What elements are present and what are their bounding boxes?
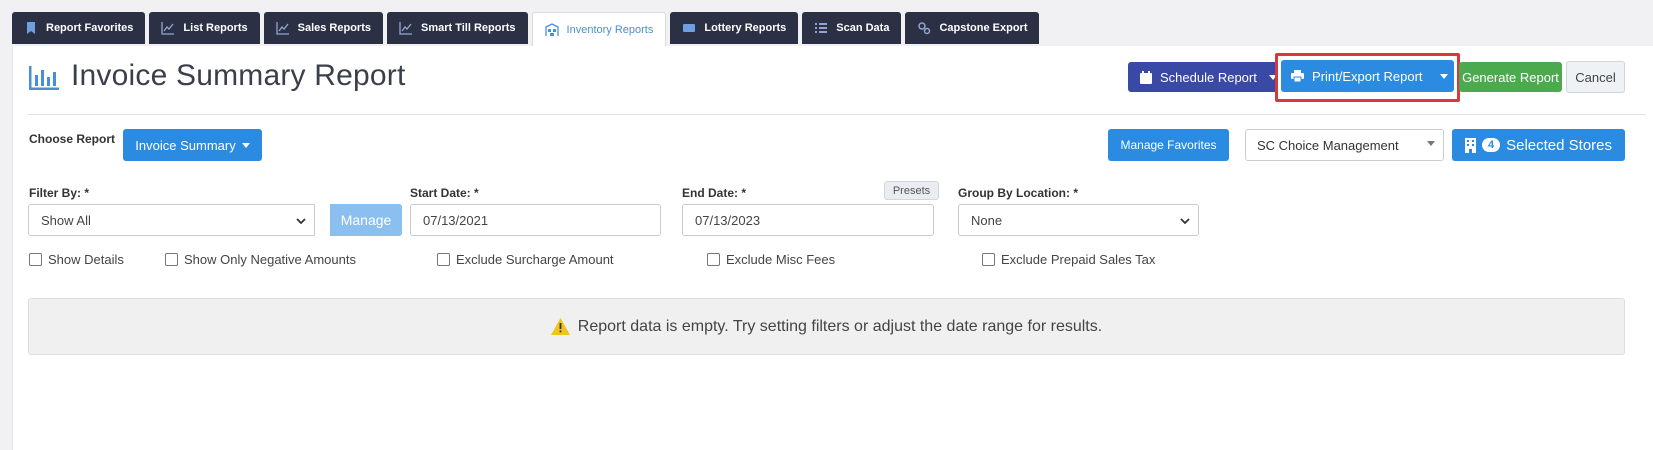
building-icon bbox=[1464, 137, 1476, 153]
manage-favorites-button[interactable]: Manage Favorites bbox=[1108, 129, 1229, 161]
bar-chart-icon bbox=[29, 66, 59, 90]
end-date-input[interactable]: 07/13/2023 bbox=[682, 204, 934, 236]
divider bbox=[28, 114, 1646, 115]
chevron-down-icon bbox=[1180, 218, 1190, 225]
choose-report-dropdown[interactable]: Invoice Summary bbox=[123, 129, 262, 161]
caret-down-icon bbox=[1427, 141, 1435, 146]
print-export-report-button[interactable]: Print/Export Report bbox=[1281, 60, 1454, 92]
management-value: SC Choice Management bbox=[1257, 137, 1399, 153]
caret-down-icon bbox=[1440, 73, 1449, 79]
checkbox-box[interactable] bbox=[165, 253, 178, 266]
tab-label: Sales Reports bbox=[297, 22, 371, 34]
start-date-input[interactable]: 07/13/2021 bbox=[410, 204, 661, 236]
empty-report-alert: Report data is empty. Try setting filter… bbox=[28, 298, 1625, 355]
show-details-checkbox[interactable]: Show Details bbox=[29, 252, 124, 267]
end-date-value: 07/13/2023 bbox=[695, 212, 761, 228]
exclude-surcharge-checkbox[interactable]: Exclude Surcharge Amount bbox=[437, 252, 614, 267]
cogs-icon bbox=[918, 22, 931, 35]
cancel-button[interactable]: Cancel bbox=[1566, 61, 1625, 93]
choose-report-label: Choose Report bbox=[29, 132, 116, 146]
checkbox-box[interactable] bbox=[29, 253, 42, 266]
calendar-icon bbox=[1140, 70, 1152, 84]
line-chart-icon bbox=[161, 22, 175, 35]
print-export-label: Print/Export Report bbox=[1312, 68, 1423, 84]
checkbox-label: Show Only Negative Amounts bbox=[184, 252, 356, 267]
presets-button[interactable]: Presets bbox=[884, 181, 939, 200]
tab-label: Inventory Reports bbox=[566, 24, 654, 36]
warehouse-icon bbox=[544, 23, 559, 36]
selected-stores-button[interactable]: 4 Selected Stores bbox=[1452, 129, 1625, 161]
tab-capstone-export[interactable]: Capstone Export bbox=[905, 12, 1040, 44]
filter-by-label: Filter By: * bbox=[29, 186, 90, 200]
chevron-down-icon bbox=[296, 218, 306, 225]
tab-label: List Reports bbox=[183, 22, 248, 34]
stores-count-badge: 4 bbox=[1481, 138, 1501, 152]
checkbox-label: Exclude Misc Fees bbox=[726, 252, 836, 267]
checkbox-box[interactable] bbox=[982, 253, 995, 266]
selected-stores-label: Selected Stores bbox=[1506, 136, 1613, 154]
show-negative-checkbox[interactable]: Show Only Negative Amounts bbox=[165, 252, 356, 267]
tab-report-favorites[interactable]: Report Favorites bbox=[12, 12, 146, 44]
ticket-icon bbox=[683, 24, 696, 32]
caret-down-icon bbox=[241, 142, 250, 148]
tab-list-reports[interactable]: List Reports bbox=[149, 12, 260, 44]
checkbox-label: Exclude Surcharge Amount bbox=[456, 252, 614, 267]
page-title: Invoice Summary Report bbox=[71, 59, 406, 92]
filter-by-select[interactable]: Show All bbox=[28, 204, 315, 236]
exclude-prepaid-checkbox[interactable]: Exclude Prepaid Sales Tax bbox=[982, 252, 1155, 267]
filter-by-value: Show All bbox=[41, 212, 91, 228]
tab-label: Report Favorites bbox=[46, 22, 134, 34]
line-chart-icon bbox=[399, 22, 412, 35]
report-category-tabs: Report Favorites List Reports Sales Repo… bbox=[12, 12, 1040, 47]
checkbox-label: Exclude Prepaid Sales Tax bbox=[1001, 252, 1156, 267]
print-dropdown-toggle[interactable] bbox=[1435, 60, 1454, 92]
tab-inventory-reports[interactable]: Inventory Reports bbox=[531, 12, 667, 47]
list-icon bbox=[815, 23, 828, 33]
print-icon bbox=[1291, 70, 1304, 82]
tab-label: Smart Till Reports bbox=[420, 22, 516, 34]
management-select[interactable]: SC Choice Management bbox=[1245, 129, 1444, 161]
tab-label: Lottery Reports bbox=[704, 22, 787, 34]
group-by-value: None bbox=[971, 212, 1003, 228]
start-date-value: 07/13/2021 bbox=[423, 212, 489, 228]
tab-sales-reports[interactable]: Sales Reports bbox=[263, 12, 383, 44]
alert-message: Report data is empty. Try setting filter… bbox=[577, 317, 1103, 335]
tab-smart-till-reports[interactable]: Smart Till Reports bbox=[386, 12, 528, 44]
tab-lottery-reports[interactable]: Lottery Reports bbox=[670, 12, 799, 44]
schedule-report-button[interactable]: Schedule Report bbox=[1128, 62, 1278, 92]
tab-scan-data[interactable]: Scan Data bbox=[802, 12, 902, 44]
warning-icon bbox=[550, 318, 570, 335]
group-by-select[interactable]: None bbox=[958, 204, 1199, 236]
selected-report: Invoice Summary bbox=[135, 137, 236, 153]
checkbox-label: Show Details bbox=[48, 252, 124, 267]
group-by-label: Group By Location: * bbox=[958, 186, 1078, 200]
report-panel: Invoice Summary Report Schedule Report P… bbox=[12, 46, 1653, 450]
schedule-report-label: Schedule Report bbox=[1160, 69, 1257, 85]
checkbox-box[interactable] bbox=[437, 253, 450, 266]
generate-report-button[interactable]: Generate Report bbox=[1459, 62, 1562, 92]
checkbox-box[interactable] bbox=[707, 253, 720, 266]
exclude-misc-checkbox[interactable]: Exclude Misc Fees bbox=[707, 252, 835, 267]
manage-filter-button[interactable]: Manage bbox=[330, 204, 402, 236]
tab-label: Scan Data bbox=[836, 22, 890, 34]
end-date-label: End Date: * bbox=[682, 186, 747, 200]
start-date-label: Start Date: * bbox=[410, 186, 479, 200]
line-chart-icon bbox=[275, 22, 289, 35]
bookmark-icon bbox=[27, 22, 35, 34]
tab-label: Capstone Export bbox=[939, 22, 1028, 34]
